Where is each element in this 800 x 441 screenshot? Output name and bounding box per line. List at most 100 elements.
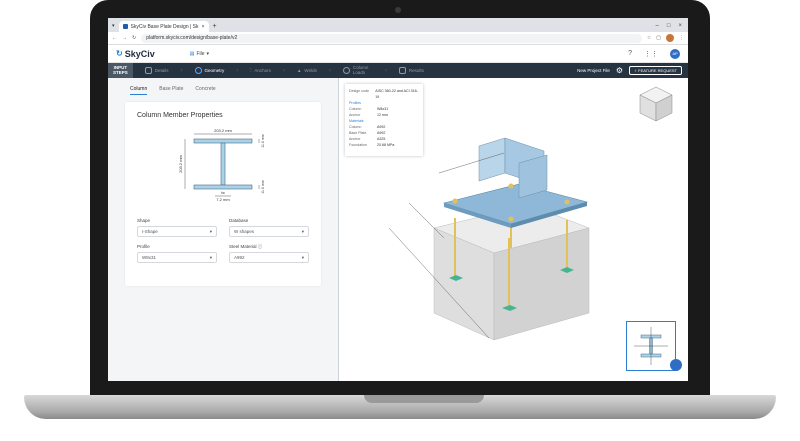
logo-mark-icon: ↻ [116, 49, 123, 58]
new-project-file-link[interactable]: New Project File [577, 68, 610, 73]
input-steps-label-2: STEPS [113, 69, 128, 75]
bottom-flange-thickness-label: 11.0 mm [261, 180, 265, 193]
database-label: Database [229, 218, 249, 223]
web-thickness-label: 7.2 mm [216, 197, 230, 202]
logo-text: SkyCiv [124, 48, 155, 59]
shape-value: I-Shape [142, 229, 158, 234]
profile-label: Profile [137, 244, 150, 249]
webcam [395, 7, 401, 13]
3d-viewport[interactable]: Design code AISC 360-22 and ACI 318-19 P… [339, 78, 688, 381]
chat-support-button[interactable] [670, 359, 682, 371]
step-label: Results [408, 68, 424, 73]
file-menu[interactable]: ▤ File ▾ [190, 51, 209, 57]
profile-avatar[interactable] [666, 34, 674, 42]
settings-gears-icon[interactable]: ⚙ [616, 66, 623, 75]
top-flange-thickness-label: 11.0 mm [261, 134, 265, 147]
file-menu-label: File [196, 50, 205, 57]
details-icon [144, 67, 152, 74]
browser-menu-icon[interactable]: ⋮ [679, 35, 684, 41]
web-thickness-symbol: tw [221, 191, 225, 195]
weld-icon: ▲ [296, 68, 302, 73]
close-window-button[interactable]: × [678, 23, 682, 29]
chevron-down-icon: ▾ [209, 228, 212, 234]
profile-value: W8x31 [142, 255, 157, 260]
flange-width-label: 203.2 mm [214, 128, 232, 133]
database-select[interactable]: W shapes ▾ [229, 226, 309, 237]
steel-material-select[interactable]: A992 ▾ [229, 252, 309, 263]
depth-label: 203.2 mm [178, 154, 183, 172]
input-steps-toggle[interactable]: INPUT STEPS [108, 63, 133, 78]
bookmark-star-icon[interactable]: ☆ [647, 35, 651, 41]
axis-widget [626, 321, 676, 371]
url-text: platform.skyciv.com/design/base-plate/v2 [146, 35, 238, 41]
chevron-down-icon: ▾ [301, 254, 304, 260]
step-label: Anchors [254, 68, 271, 73]
step-welds[interactable]: ▲ Welds [285, 63, 329, 78]
laptop-frame: ▾ SkyCiv Base Plate Design | Sk × + – □ … [0, 0, 800, 441]
tab-concrete[interactable]: Concrete [195, 86, 215, 95]
app-header: ↻ SkyCiv ▤ File ▾ ? ⋮⋮ AP [108, 45, 688, 63]
url-field[interactable]: platform.skyciv.com/design/base-plate/v2 [141, 33, 642, 43]
steps-right: New Project File ⚙ ♀ FEATURE REQUEST [577, 66, 688, 75]
steel-material-text: Steel Material [229, 244, 257, 249]
step-results[interactable]: Results [387, 63, 436, 78]
i-section-diagram: 203.2 mm 203.2 mm 11.0 mm 11.0 mm tw 7.2… [178, 128, 265, 202]
forward-icon[interactable]: → [122, 35, 127, 41]
chevron-down-icon: ▾ [206, 50, 210, 57]
browser-tab[interactable]: SkyCiv Base Plate Design | Sk × [118, 21, 209, 32]
input-steps-bar: INPUT STEPS Details › Geometry › ⫶ Ancho… [108, 63, 688, 78]
chevron-down-icon: ▾ [301, 228, 304, 234]
help-icon[interactable]: ? [628, 50, 632, 57]
tab-column[interactable]: Column [130, 86, 148, 95]
step-label: Welds [304, 68, 317, 73]
input-subtabs: Column Base Plate Concrete [108, 78, 338, 95]
steel-material-value: A992 [234, 255, 245, 260]
chevron-down-icon: ▾ [209, 254, 212, 260]
step-label: Details [154, 68, 169, 73]
input-panel: Column Base Plate Concrete Column Member… [108, 78, 339, 381]
file-icon: ▤ [189, 50, 195, 57]
address-bar: ← → ↻ platform.skyciv.com/design/base-pl… [108, 32, 688, 45]
apps-grid-icon[interactable]: ⋮⋮ [644, 50, 658, 58]
shape-select[interactable]: I-Shape ▾ [137, 226, 217, 237]
tab-list-icon[interactable]: ▾ [112, 23, 115, 29]
laptop-base [24, 395, 776, 419]
step-anchors[interactable]: ⫶ Anchors [238, 63, 283, 78]
loads-icon [342, 67, 350, 74]
tab-base-plate[interactable]: Base Plate [159, 86, 183, 95]
step-column-loads[interactable]: Column Loads [331, 63, 385, 78]
minimize-button[interactable]: – [656, 23, 659, 29]
main-area: Column Base Plate Concrete Column Member… [108, 78, 688, 381]
back-icon[interactable]: ← [112, 35, 117, 41]
steel-material-label: Steel Material ⓘ [229, 244, 262, 250]
new-tab-button[interactable]: + [213, 23, 217, 30]
base-notch [364, 395, 484, 403]
anchor-icon: ⫶ [250, 68, 252, 73]
step-label: Column Loads [352, 65, 369, 75]
feature-request-button[interactable]: ♀ FEATURE REQUEST [629, 66, 682, 75]
step-label: Geometry [204, 68, 225, 73]
database-value: W shapes [234, 229, 255, 234]
lightbulb-icon: ♀ [634, 68, 638, 73]
tab-title: SkyCiv Base Plate Design | Sk [130, 23, 199, 30]
tab-close-icon[interactable]: × [202, 24, 205, 30]
favicon-icon [122, 24, 128, 29]
reload-icon[interactable]: ↻ [132, 35, 136, 41]
shape-label: Shape [137, 218, 151, 223]
feature-request-label: FEATURE REQUEST [638, 68, 677, 73]
step-details[interactable]: Details [133, 63, 181, 78]
skyciv-logo[interactable]: ↻ SkyCiv [116, 49, 155, 59]
column-properties-card: Column Member Properties 203.2 mm 203.2 … [125, 102, 321, 286]
step-geometry[interactable]: Geometry [183, 63, 237, 78]
profile-select[interactable]: W8x31 ▾ [137, 252, 217, 263]
results-icon [398, 67, 406, 74]
screen: ▾ SkyCiv Base Plate Design | Sk × + – □ … [108, 18, 688, 381]
maximize-button[interactable]: □ [667, 23, 671, 29]
user-avatar[interactable]: AP [670, 48, 680, 59]
geometry-icon [194, 67, 202, 74]
browser-tabbar: ▾ SkyCiv Base Plate Design | Sk × + – □ … [108, 18, 688, 32]
window-controls: – □ × [656, 23, 688, 32]
header-actions: ? ⋮⋮ AP [628, 48, 680, 59]
info-icon[interactable]: ⓘ [258, 244, 263, 249]
extensions-icon[interactable]: ▢ [656, 35, 661, 41]
